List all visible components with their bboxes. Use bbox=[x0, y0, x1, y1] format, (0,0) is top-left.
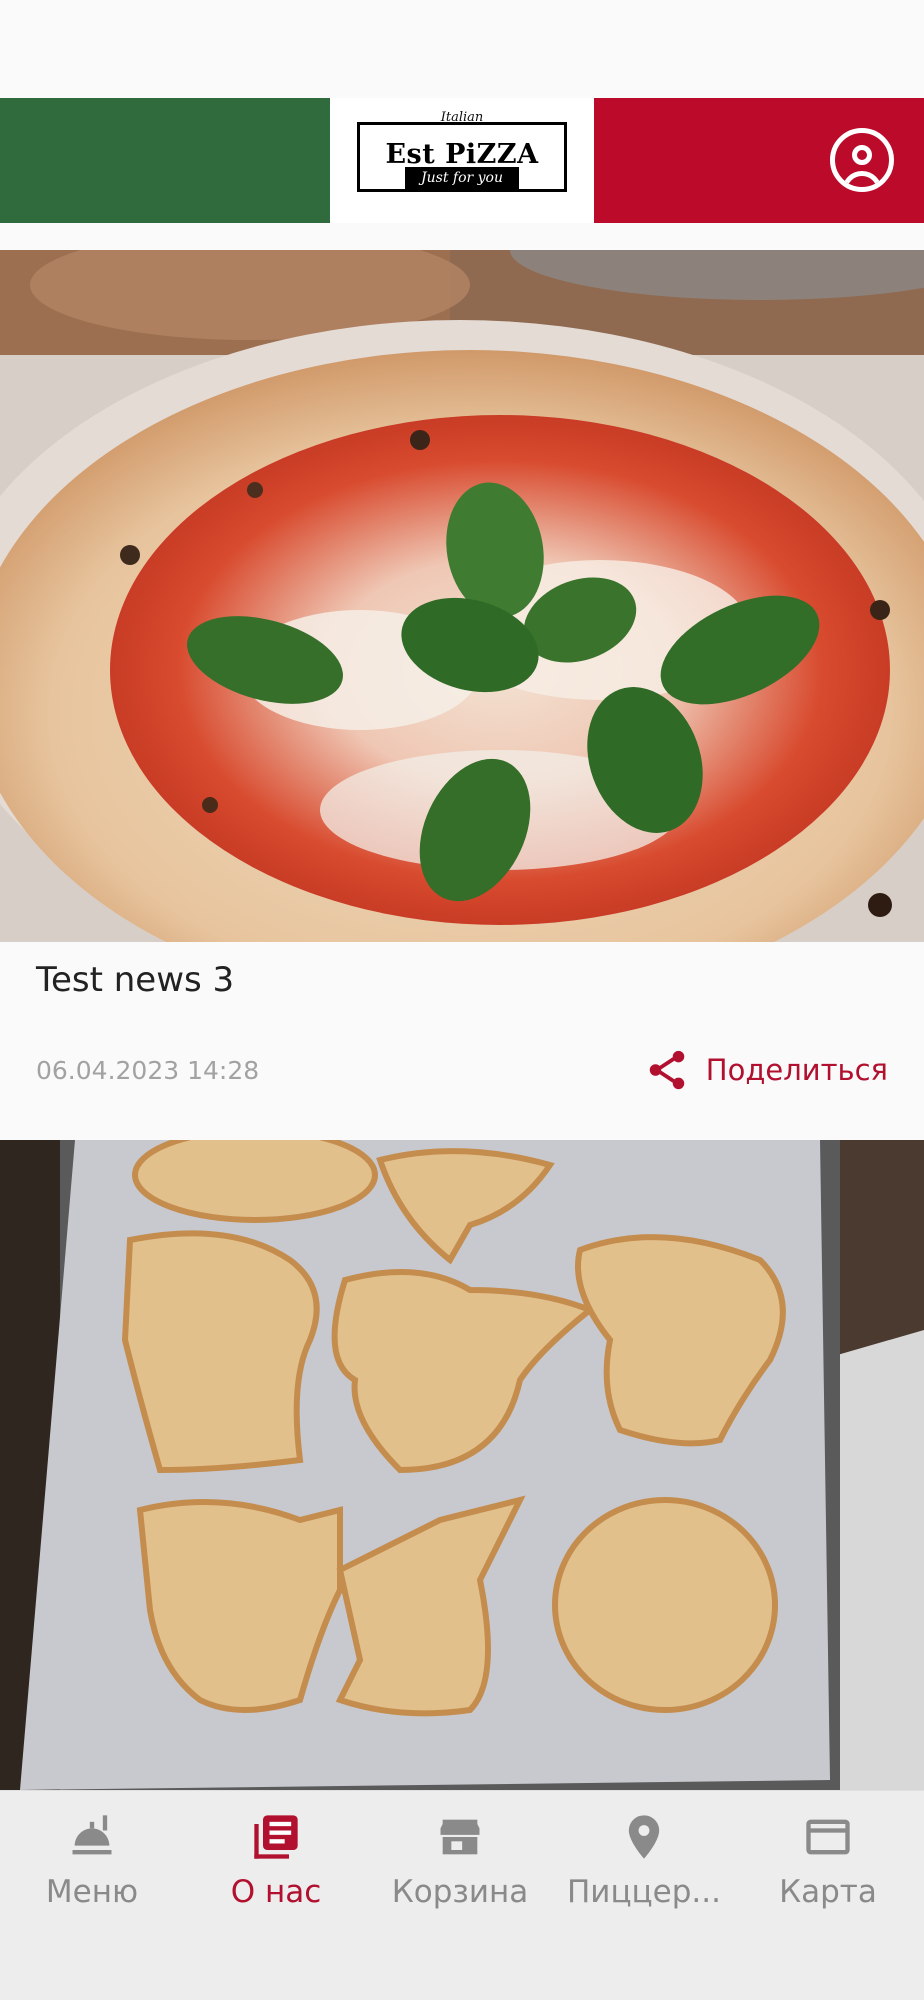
nav-label-card: Карта bbox=[779, 1874, 877, 1910]
share-label: Поделиться bbox=[705, 1053, 888, 1087]
logo-main-text: Est PiZZA bbox=[385, 139, 539, 170]
flag-white-stripe: Italian Est PiZZA Just for you bbox=[330, 98, 594, 223]
news-date: 06.04.2023 14:28 bbox=[36, 1056, 260, 1085]
news-image-pizza[interactable] bbox=[0, 250, 924, 942]
newspaper-icon bbox=[254, 1815, 298, 1859]
location-pin-icon bbox=[628, 1815, 660, 1859]
share-icon bbox=[649, 1050, 685, 1090]
share-button[interactable]: Поделиться bbox=[644, 1045, 888, 1095]
cookies-photo bbox=[0, 1140, 924, 1790]
flag-red-stripe bbox=[594, 98, 924, 223]
news-card-info[interactable]: Test news 3 06.04.2023 14:28 Поделиться bbox=[0, 942, 924, 1140]
brand-logo: Italian Est PiZZA Just for you bbox=[353, 110, 571, 211]
profile-body-shape bbox=[842, 171, 882, 187]
logo-box: Est PiZZA Just for you bbox=[357, 122, 567, 192]
nav-item-about[interactable]: О нас bbox=[184, 1811, 368, 1921]
flag-green-stripe bbox=[0, 98, 330, 223]
nav-label-menu: Меню bbox=[45, 1874, 139, 1910]
nav-item-pizzerias[interactable]: Пиццер... bbox=[552, 1811, 736, 1921]
app-header: Italian Est PiZZA Just for you bbox=[0, 98, 924, 223]
nav-item-cart[interactable]: Корзина bbox=[368, 1811, 552, 1921]
nav-item-menu[interactable]: Меню bbox=[0, 1811, 184, 1921]
bottom-navigation: Меню О нас Корзина Пиццер... Карта bbox=[0, 1790, 924, 2000]
logo-tagline: Just for you bbox=[405, 167, 519, 189]
account-circle-icon[interactable] bbox=[830, 128, 894, 192]
profile-head-shape bbox=[852, 145, 872, 165]
app-screen: Italian Est PiZZA Just for you Test news… bbox=[0, 0, 924, 2000]
nav-label-cart: Корзина bbox=[391, 1874, 529, 1910]
food-tray-icon bbox=[72, 1815, 112, 1855]
nav-label-about: О нас bbox=[230, 1874, 322, 1910]
news-image-cookies[interactable] bbox=[0, 1140, 924, 1790]
pizza-photo bbox=[0, 250, 924, 942]
nav-item-card[interactable]: Карта bbox=[736, 1811, 920, 1921]
store-icon bbox=[440, 1819, 480, 1855]
status-bar bbox=[0, 0, 924, 98]
credit-card-icon bbox=[806, 1819, 850, 1855]
news-title: Test news 3 bbox=[36, 960, 235, 1000]
nav-label-pizzerias: Пиццер... bbox=[567, 1874, 721, 1910]
